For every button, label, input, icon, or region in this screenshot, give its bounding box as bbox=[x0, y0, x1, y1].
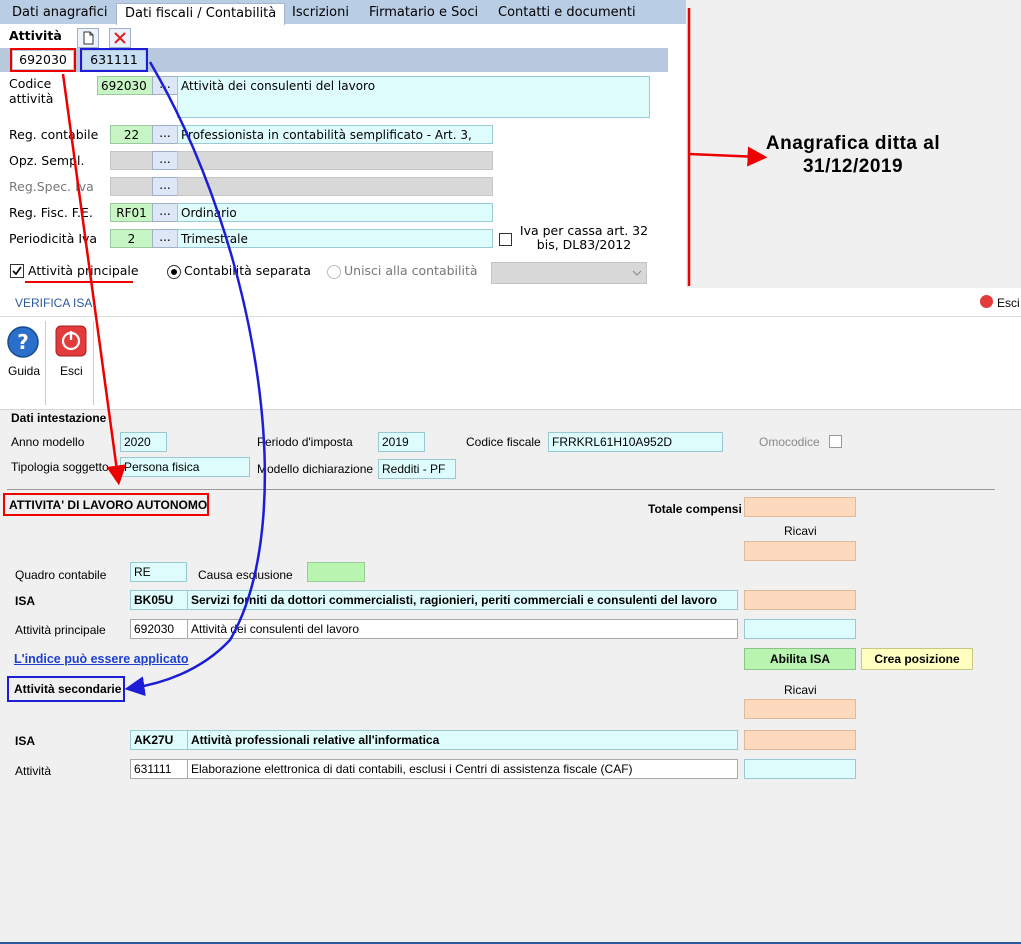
red-bracket-anagrafica bbox=[687, 8, 768, 286]
blue-arrow-attivita-secondarie bbox=[124, 61, 267, 697]
annotation-arrows bbox=[61, 8, 768, 697]
red-arrow-lavoro-autonomo bbox=[61, 73, 127, 486]
